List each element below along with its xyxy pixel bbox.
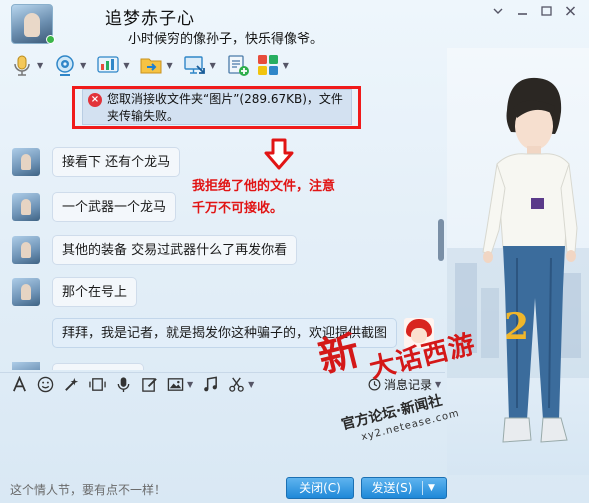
close-icon[interactable] [559, 2, 581, 20]
create-group-button[interactable] [224, 51, 252, 79]
send-button-label: 发送(S) [371, 481, 413, 495]
more-apps-button[interactable]: ▼ [254, 51, 295, 79]
warning-annotation: 我拒绝了他的文件，注意 千万不可接收。 [192, 176, 370, 220]
send-button-divider [422, 481, 423, 495]
scrollbar-thumb[interactable] [438, 219, 444, 261]
bar-chart-app-icon [97, 56, 119, 73]
window-controls [487, 2, 581, 20]
remote-desktop-button[interactable]: ▼ [181, 51, 222, 79]
video-call-button[interactable]: ▼ [51, 51, 92, 79]
chevron-down-icon[interactable]: ▼ [37, 61, 43, 70]
maximize-icon[interactable] [535, 2, 557, 20]
message-bubble: 接看下 还有个龙马 [52, 147, 181, 177]
watermark-title: 大话西游 [366, 329, 479, 385]
emoji-icon[interactable] [37, 376, 54, 393]
remote-desktop-icon [183, 56, 205, 74]
screenshot-scissors-icon[interactable] [228, 376, 245, 393]
skin-menu-icon[interactable] [487, 2, 509, 20]
chevron-down-icon[interactable]: ▼ [187, 380, 193, 389]
edit-icon[interactable] [141, 376, 158, 393]
send-button[interactable]: 发送(S) ▼ [361, 477, 447, 499]
online-status-icon [46, 35, 55, 44]
voice-message-icon[interactable] [115, 376, 132, 393]
magic-emoji-icon[interactable] [63, 376, 80, 393]
site-watermark: 新 大话西游 2 官方论坛·新闻社 xy2.netease.com [312, 306, 572, 450]
chevron-down-icon[interactable]: ▼ [80, 61, 86, 70]
message-bubble: 其他的装备 交易过武器什么了再发你看 [52, 235, 298, 265]
watermark-number: 2 [504, 306, 530, 348]
send-options-chevron-icon[interactable]: ▼ [428, 478, 435, 498]
bottom-bar: 这个情人节，要有点不一样！ 关闭(C) 发送(S) ▼ [0, 475, 589, 503]
message-item: 一个武器一个龙马 [12, 192, 177, 222]
microphone-icon [14, 55, 30, 76]
sender-avatar [12, 362, 40, 370]
add-note-icon [228, 55, 249, 76]
message-bubble: 一个武器一个龙马 [52, 192, 177, 222]
highlight-box [72, 86, 361, 129]
message-bubble: 那个在号上 [52, 277, 138, 307]
sender-avatar[interactable] [12, 278, 40, 306]
ad-tip-link[interactable]: 这个情人节，要有点不一样！ [10, 481, 166, 498]
message-item: 其他的装备 交易过武器什么了再发你看 [12, 235, 298, 265]
sender-avatar[interactable] [12, 148, 40, 176]
sender-avatar[interactable] [12, 193, 40, 221]
send-file-button[interactable]: ▼ [137, 51, 178, 79]
chat-toolbar: ▼ ▼ ▼ ▼ ▼ ▼ [8, 50, 295, 80]
annotation-line-2: 千万不可接收。 [192, 201, 284, 216]
close-button[interactable]: 关闭(C) [286, 477, 354, 499]
contact-signature: 小时候穷的像孙子，快乐得像爷。 [128, 32, 324, 47]
minimize-icon[interactable] [511, 2, 533, 20]
nudge-icon[interactable] [89, 376, 106, 393]
message-item: 那个在号上 [12, 277, 138, 307]
watermark-xin: 新 [313, 326, 364, 383]
chevron-down-icon[interactable]: ▼ [123, 61, 129, 70]
apps-grid-icon [257, 55, 278, 75]
app-center-button[interactable]: ▼ [94, 51, 135, 79]
chevron-down-icon[interactable]: ▼ [248, 380, 254, 389]
message-bubble [52, 363, 144, 370]
chevron-down-icon[interactable]: ▼ [283, 61, 289, 70]
message-item: 接看下 还有个龙马 [12, 147, 181, 177]
contact-name[interactable]: 追梦赤子心 [105, 4, 195, 29]
image-icon[interactable] [167, 376, 184, 393]
arrow-down-icon [264, 138, 294, 170]
webcam-icon [56, 55, 74, 76]
title-bar: 追梦赤子心 小时候穷的像孙子，快乐得像爷。 [0, 0, 589, 48]
music-icon[interactable] [202, 376, 219, 393]
voice-call-button[interactable]: ▼ [8, 51, 49, 79]
annotation-line-1: 我拒绝了他的文件，注意 [192, 179, 336, 194]
chevron-down-icon[interactable]: ▼ [210, 61, 216, 70]
font-icon[interactable] [11, 376, 28, 393]
sender-avatar[interactable] [12, 236, 40, 264]
send-file-icon [140, 58, 162, 74]
chevron-down-icon[interactable]: ▼ [166, 61, 172, 70]
